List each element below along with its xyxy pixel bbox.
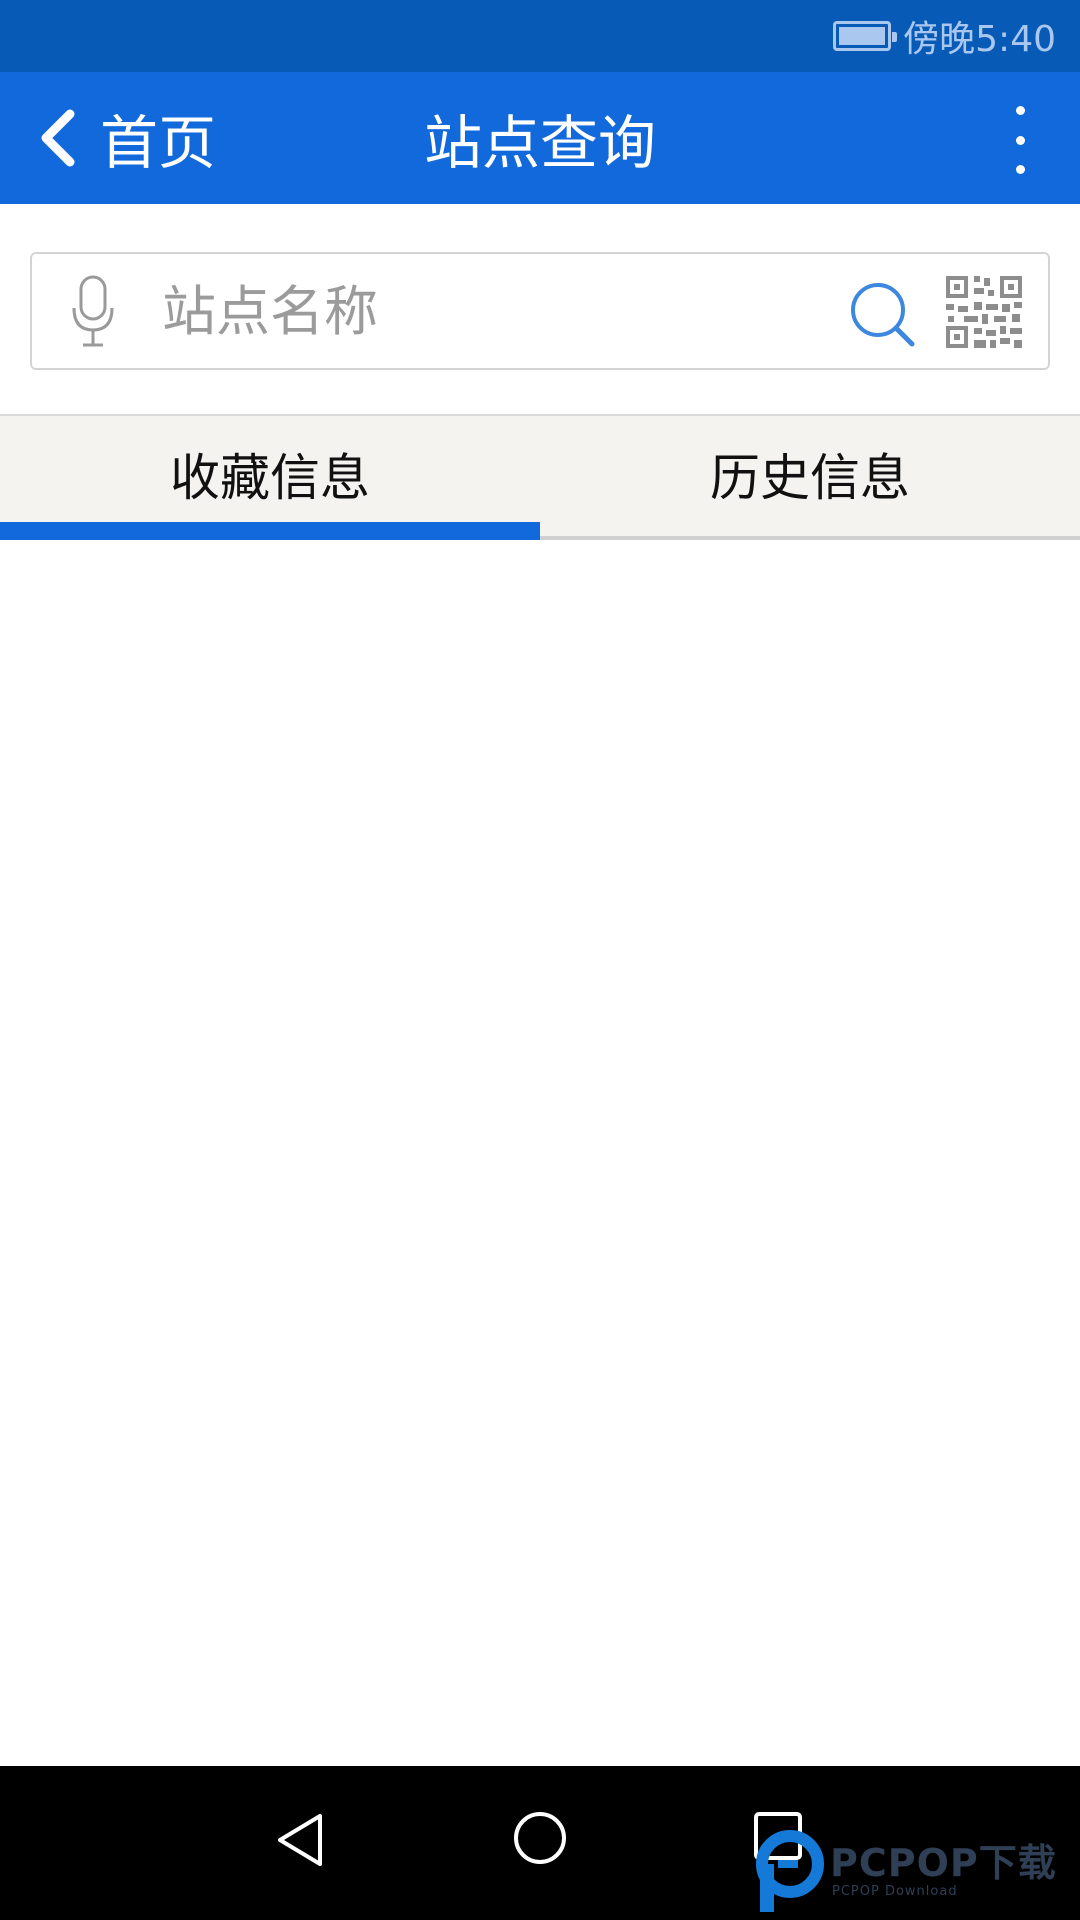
favorites-list	[0, 540, 1080, 1766]
back-button[interactable]: 首页	[38, 72, 216, 204]
more-vertical-icon-dot	[1015, 135, 1025, 145]
back-label: 首页	[100, 109, 217, 177]
station-query-screen: 傍晚5:40 首页 站点查询 站点名称 收藏信息 历史信息 PCPOP下载 PC…	[0, 0, 1080, 1920]
tab-selected-indicator	[0, 522, 540, 540]
microphone-icon[interactable]	[70, 274, 116, 350]
tab-history[interactable]: 历史信息	[540, 416, 1080, 540]
more-vertical-icon	[1015, 106, 1025, 115]
more-vertical-icon-dot	[1015, 165, 1025, 174]
station-name-input[interactable]	[162, 268, 822, 354]
status-bar: 傍晚5:40	[0, 0, 1080, 72]
pcpop-logo-icon	[756, 1830, 824, 1912]
watermark: PCPOP下载 PCPOP Download	[746, 1824, 1080, 1920]
search-icon[interactable]	[848, 280, 918, 350]
watermark-sub: PCPOP Download	[832, 1884, 958, 1899]
nav-back-icon[interactable]	[274, 1810, 326, 1870]
nav-home-icon[interactable]	[512, 1810, 568, 1866]
status-time: 傍晚5:40	[903, 19, 1056, 60]
action-bar: 首页 站点查询	[0, 72, 1080, 204]
battery-full-icon	[833, 21, 898, 51]
search-bar	[30, 252, 1050, 370]
chevron-left-icon	[41, 109, 75, 167]
watermark-brand: PCPOP下载	[830, 1841, 1057, 1885]
qr-code-icon[interactable]	[944, 274, 1024, 350]
more-options-button[interactable]	[1000, 100, 1040, 180]
